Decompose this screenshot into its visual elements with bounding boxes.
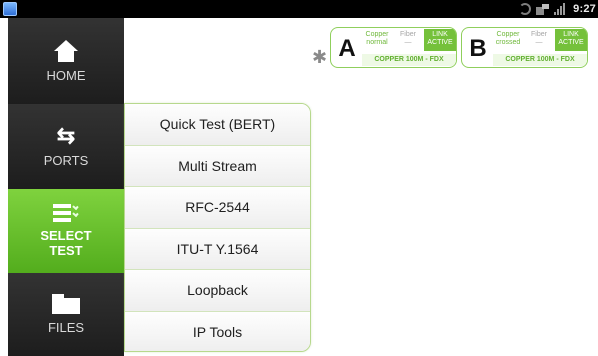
menu-item-itu-t-y1564[interactable]: ITU-T Y.1564: [125, 228, 310, 270]
signal-icon: [554, 3, 568, 15]
link-cell: LINK ACTIVE: [424, 29, 456, 51]
menu-item-rfc-2544[interactable]: RFC-2544: [125, 187, 310, 229]
copper-cell: Copper normal: [365, 31, 389, 46]
menu-item-multi-stream[interactable]: Multi Stream: [125, 145, 310, 187]
home-icon: [54, 39, 78, 62]
sidebar-item-files[interactable]: FILES: [8, 273, 124, 356]
bluetooth-icon: ✱: [312, 47, 328, 68]
port-summary: COPPER 100M - FDX: [493, 54, 587, 66]
fiber-cell: Fiber —: [400, 31, 416, 46]
menu-item-ip-tools[interactable]: IP Tools: [125, 311, 310, 351]
sidebar-nav: HOME ⇆ PORTS SELECT TEST FILES: [8, 18, 124, 356]
port-summary: COPPER 100M - FDX: [362, 54, 456, 66]
sidebar-item-label: SELECT TEST: [40, 228, 92, 258]
port-letter: A: [338, 35, 356, 62]
sidebar-item-label: HOME: [46, 67, 86, 83]
status-bar: 9:27: [0, 0, 598, 18]
sidebar-item-label: FILES: [47, 320, 85, 335]
folder-icon: [52, 294, 80, 314]
port-status-card-b[interactable]: B Copper crossed Fiber — LINK ACTIVE COP…: [461, 27, 588, 68]
link-cell: LINK ACTIVE: [555, 29, 587, 51]
screen-icon: [536, 3, 550, 15]
sidebar-item-ports[interactable]: ⇆ PORTS: [8, 104, 124, 189]
test-menu: Quick Test (BERT) Multi Stream RFC-2544 …: [124, 103, 311, 352]
app-icon: [3, 2, 17, 16]
port-status-card-a[interactable]: A Copper normal Fiber — LINK ACTIVE COPP…: [330, 27, 457, 68]
app-screen: 9:27 HOME ⇆ PORTS SELECT TEST FILES Quic…: [0, 0, 598, 356]
port-letter: B: [469, 35, 487, 62]
sidebar-item-select-test[interactable]: SELECT TEST: [8, 189, 124, 273]
ports-icon: ⇆: [56, 123, 76, 148]
status-icons: 9:27: [519, 1, 596, 17]
clock: 9:27: [573, 3, 596, 15]
sidebar-item-label: PORTS: [43, 153, 89, 168]
copper-cell: Copper crossed: [495, 31, 521, 46]
menu-item-quick-test[interactable]: Quick Test (BERT): [125, 104, 310, 146]
fiber-cell: Fiber —: [531, 31, 547, 46]
select-list-icon: [53, 203, 79, 222]
sidebar-item-home[interactable]: HOME: [8, 18, 124, 104]
menu-item-loopback[interactable]: Loopback: [125, 270, 310, 312]
sync-icon: [519, 3, 532, 15]
